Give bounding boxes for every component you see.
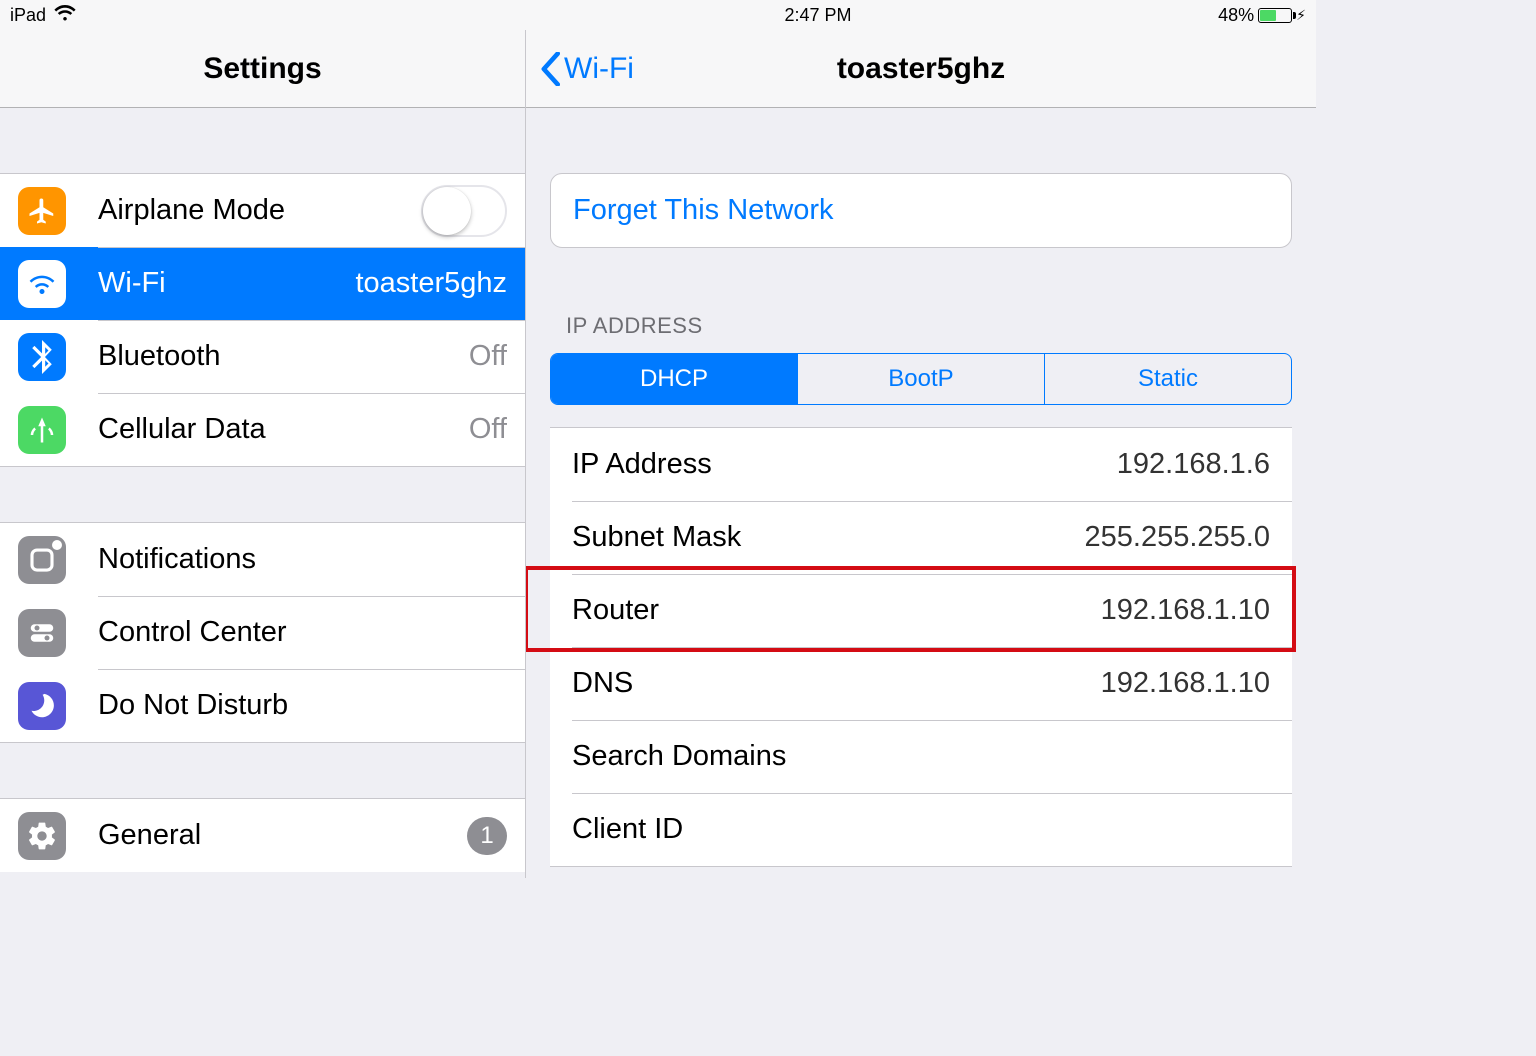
bluetooth-icon [18, 333, 66, 381]
dns-value: 192.168.1.10 [1101, 667, 1270, 700]
dnd-icon [18, 682, 66, 730]
segment-static[interactable]: Static [1044, 354, 1291, 404]
row-dns[interactable]: DNS 192.168.1.10 [550, 647, 1292, 720]
controlcenter-label: Control Center [98, 616, 507, 649]
bluetooth-label: Bluetooth [98, 340, 469, 373]
wifi-icon [18, 260, 66, 308]
airplane-label: Airplane Mode [98, 194, 421, 227]
spacer [0, 467, 525, 522]
sidebar-item-notifications[interactable]: Notifications [0, 523, 525, 596]
cellular-value: Off [469, 413, 507, 446]
sidebar-item-cellular[interactable]: Cellular Data Off [0, 393, 525, 466]
bluetooth-value: Off [469, 340, 507, 373]
notifications-label: Notifications [98, 543, 507, 576]
spacer [0, 743, 525, 798]
cellular-label: Cellular Data [98, 413, 469, 446]
ip-address-value: 192.168.1.6 [1117, 448, 1270, 481]
row-search-domains[interactable]: Search Domains [550, 720, 1292, 793]
airplane-icon [18, 187, 66, 235]
ip-mode-segmented: DHCP BootP Static [550, 353, 1292, 405]
sidebar-scroll[interactable]: Airplane Mode Wi-Fi toaster5ghz [0, 108, 525, 872]
sidebar-group-connectivity: Airplane Mode Wi-Fi toaster5ghz [0, 173, 525, 467]
sidebar-item-general[interactable]: General 1 [0, 799, 525, 872]
detail-titlebar: Wi-Fi toaster5ghz [526, 30, 1316, 108]
detail-pane: Wi-Fi toaster5ghz Forget This Network IP… [526, 30, 1316, 878]
sidebar-item-dnd[interactable]: Do Not Disturb [0, 669, 525, 742]
forget-network-label: Forget This Network [573, 194, 1269, 227]
sidebar-titlebar: Settings [0, 30, 525, 108]
sidebar-item-wifi[interactable]: Wi-Fi toaster5ghz [0, 247, 525, 320]
charging-icon: ⚡︎ [1296, 7, 1306, 24]
ip-address-header: IP ADDRESS [566, 313, 1292, 339]
spacer [0, 108, 525, 173]
segment-dhcp[interactable]: DHCP [551, 354, 797, 404]
sidebar-item-airplane[interactable]: Airplane Mode [0, 174, 525, 247]
dnd-label: Do Not Disturb [98, 689, 507, 722]
back-button[interactable]: Wi-Fi [526, 52, 634, 86]
split-view: Settings Airplane Mode [0, 30, 1316, 878]
status-time: 2:47 PM [530, 5, 1106, 26]
wifi-label: Wi-Fi [98, 267, 355, 300]
status-right: 48% ⚡︎ [1106, 5, 1306, 26]
sidebar-item-controlcenter[interactable]: Control Center [0, 596, 525, 669]
notifications-icon [18, 536, 66, 584]
sidebar-item-bluetooth[interactable]: Bluetooth Off [0, 320, 525, 393]
back-label: Wi-Fi [564, 52, 634, 86]
ip-details-list: IP Address 192.168.1.6 Subnet Mask 255.2… [550, 427, 1292, 867]
router-value: 192.168.1.10 [1101, 594, 1270, 627]
status-left: iPad [10, 5, 530, 26]
detail-title: toaster5ghz [526, 52, 1316, 86]
app-root: iPad 2:47 PM 48% ⚡︎ Settings [0, 0, 1316, 878]
row-client-id[interactable]: Client ID [550, 793, 1292, 866]
general-icon [18, 812, 66, 860]
airplane-toggle[interactable] [421, 185, 507, 237]
subnet-mask-label: Subnet Mask [572, 521, 1085, 554]
router-label: Router [572, 594, 1101, 627]
dns-label: DNS [572, 667, 1101, 700]
wifi-value: toaster5ghz [355, 267, 507, 300]
client-id-label: Client ID [572, 813, 1270, 846]
sidebar-group-notifications: Notifications Control Center Do Not Dist… [0, 522, 525, 743]
detail-scroll[interactable]: Forget This Network IP ADDRESS DHCP Boot… [526, 108, 1316, 867]
forget-network-button[interactable]: Forget This Network [551, 174, 1291, 247]
device-label: iPad [10, 5, 46, 26]
cellular-icon [18, 406, 66, 454]
sidebar-title: Settings [203, 52, 321, 86]
subnet-mask-value: 255.255.255.0 [1085, 521, 1270, 554]
battery-percent: 48% [1218, 5, 1254, 26]
general-label: General [98, 819, 467, 852]
sidebar: Settings Airplane Mode [0, 30, 526, 878]
general-badge: 1 [467, 817, 507, 855]
forget-network-group: Forget This Network [550, 173, 1292, 248]
ip-address-label: IP Address [572, 448, 1117, 481]
chevron-left-icon [540, 52, 560, 86]
sidebar-group-general: General 1 [0, 798, 525, 872]
segment-bootp[interactable]: BootP [797, 354, 1044, 404]
row-subnet-mask[interactable]: Subnet Mask 255.255.255.0 [550, 501, 1292, 574]
battery-icon [1258, 8, 1292, 23]
search-domains-label: Search Domains [572, 740, 1270, 773]
controlcenter-icon [18, 609, 66, 657]
row-ip-address[interactable]: IP Address 192.168.1.6 [550, 428, 1292, 501]
wifi-status-icon [54, 5, 76, 26]
status-bar: iPad 2:47 PM 48% ⚡︎ [0, 0, 1316, 30]
row-router[interactable]: Router 192.168.1.10 [550, 574, 1292, 647]
